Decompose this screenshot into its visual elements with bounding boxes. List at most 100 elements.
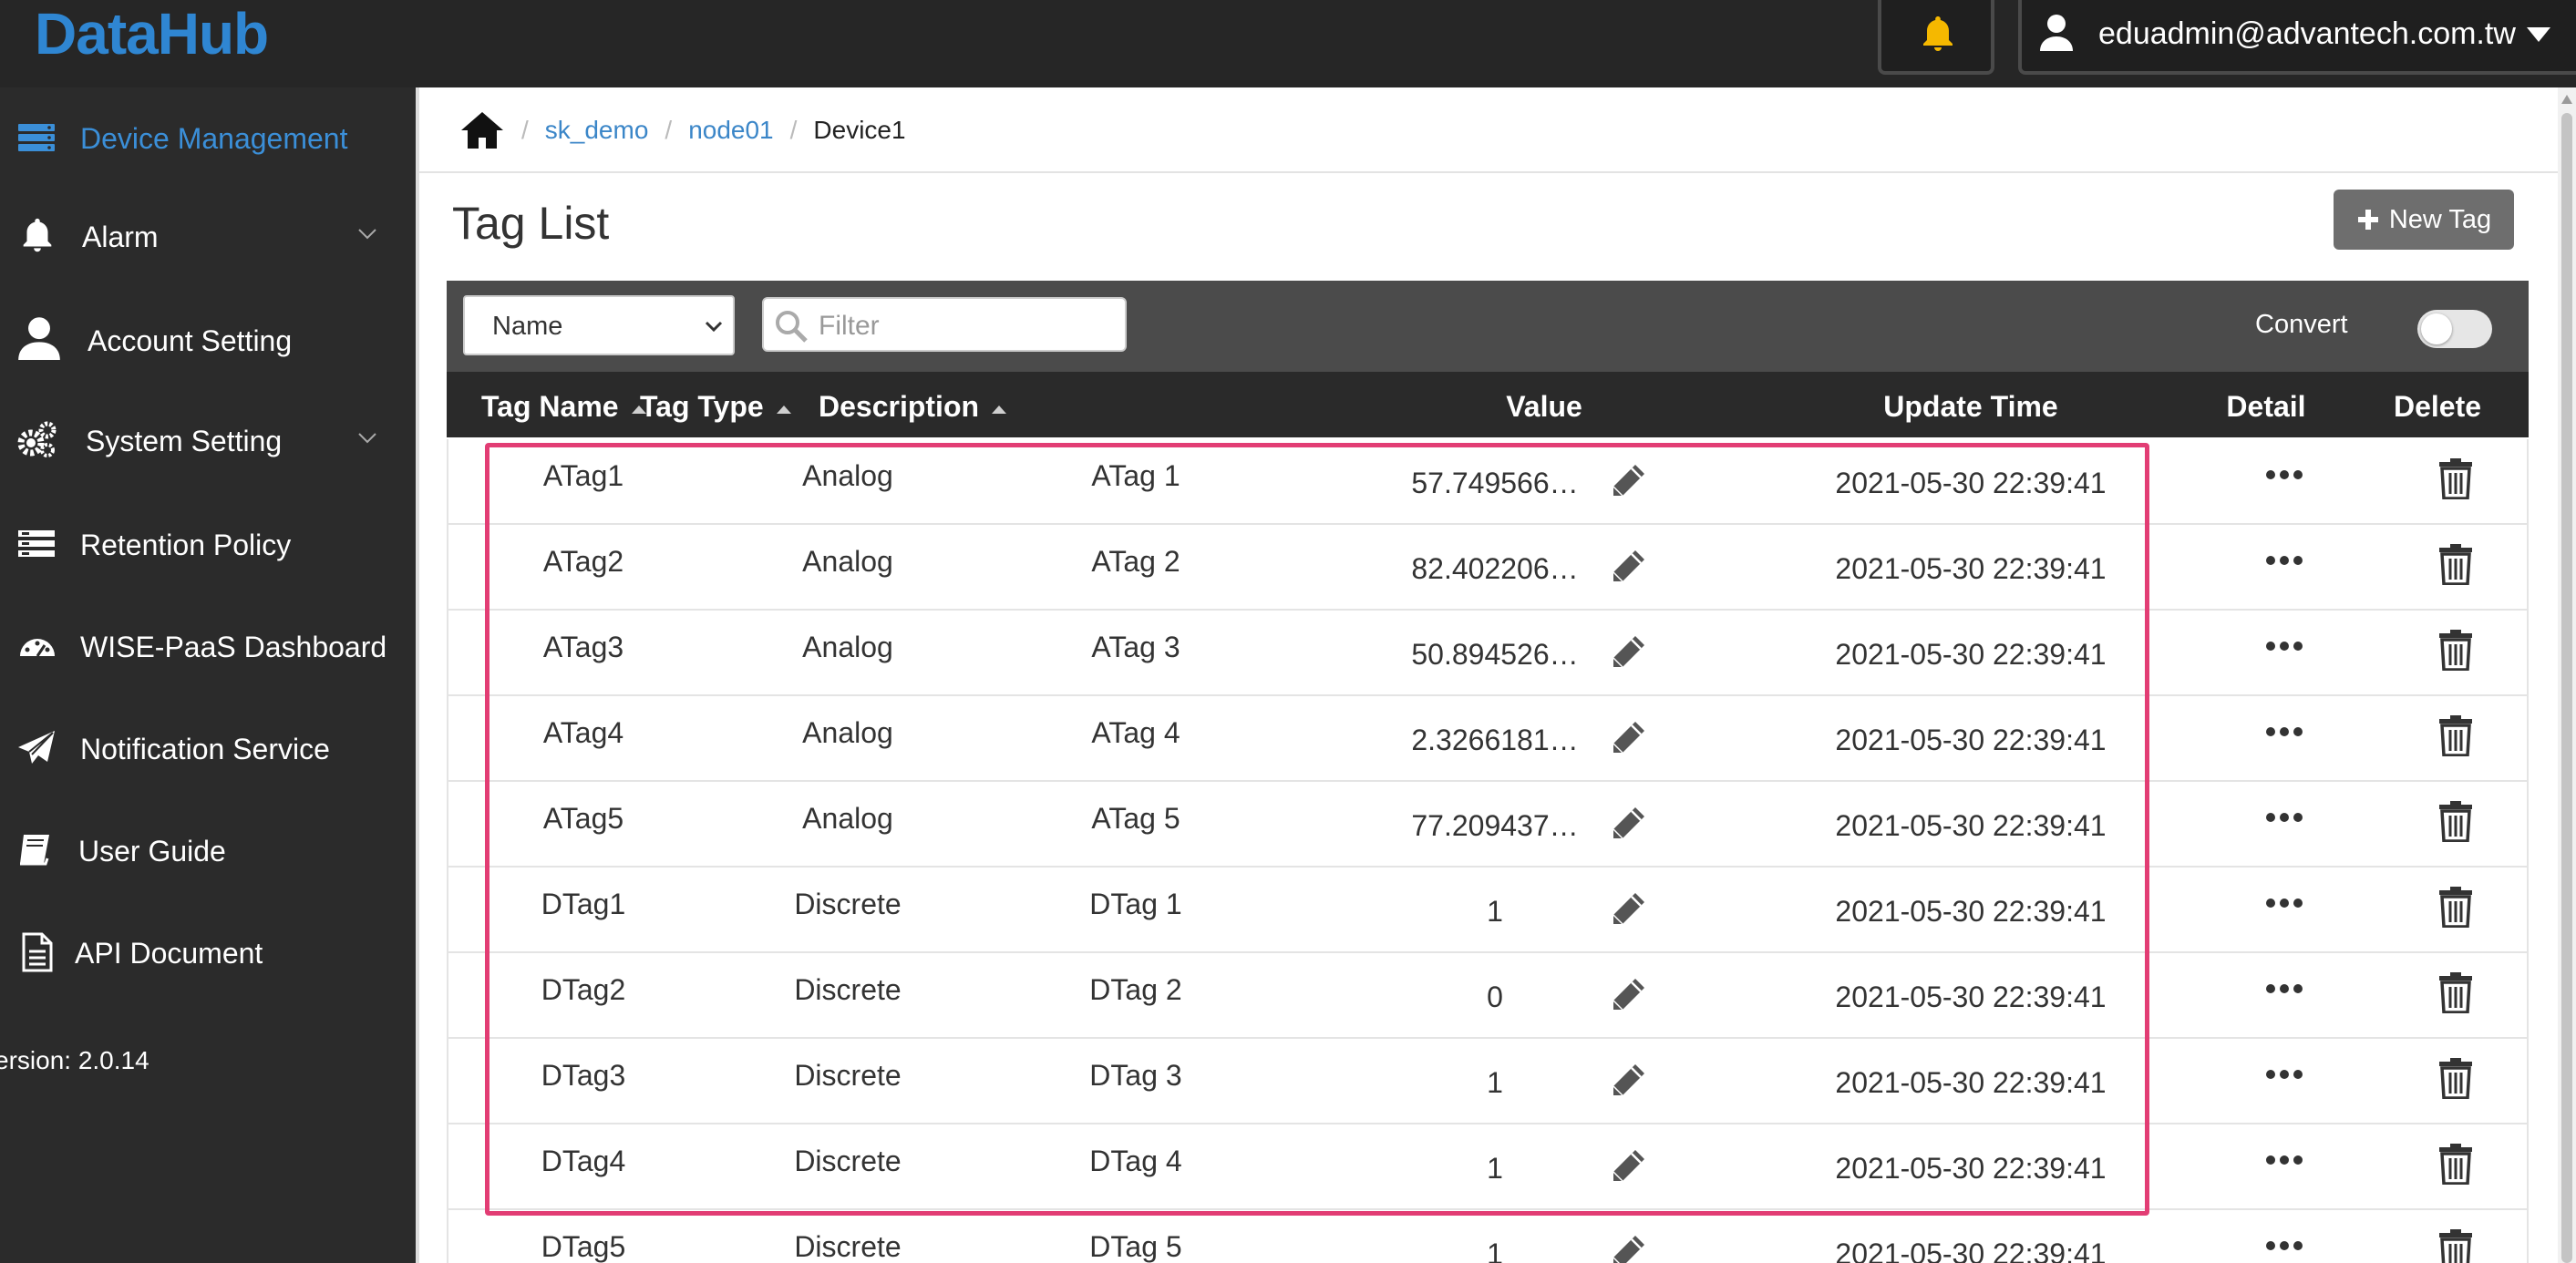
detail-more-icon[interactable] [2266, 556, 2303, 565]
scrollbar-thumb[interactable] [2561, 113, 2572, 1263]
breadcrumb-sk-demo[interactable]: sk_demo [545, 116, 649, 145]
detail-more-icon[interactable] [2266, 642, 2303, 651]
new-tag-button[interactable]: New Tag [2334, 190, 2514, 250]
delete-trash-icon[interactable] [2437, 800, 2474, 847]
tag-type-cell: Analog [802, 716, 893, 749]
convert-label: Convert [2255, 310, 2348, 339]
delete-trash-icon[interactable] [2437, 1057, 2474, 1104]
top-bar: DataHub eduadmin@advantech.com.tw [0, 0, 2576, 87]
edit-value-icon[interactable] [1608, 975, 1648, 1020]
book-icon [20, 835, 49, 866]
column-header-delete: Delete [2393, 390, 2482, 423]
tag-name-cell: DTag5 [541, 1230, 626, 1263]
sidebar-item-label: Alarm [82, 221, 159, 253]
detail-more-icon[interactable] [2266, 1070, 2303, 1079]
description-cell: DTag 1 [1089, 888, 1182, 920]
scroll-up-arrow[interactable] [2561, 95, 2572, 104]
sidebar-item-notification-service[interactable]: Notification Service [0, 707, 416, 789]
table-row: ATag1 Analog ATag 1 57.749566… 2021-05-30 22… [447, 439, 2529, 525]
filter-input[interactable]: Filter [762, 297, 1127, 352]
edit-value-icon[interactable] [1608, 547, 1648, 591]
detail-more-icon[interactable] [2266, 898, 2303, 908]
tag-type-cell: Analog [802, 545, 893, 578]
tag-name-cell: DTag2 [541, 973, 626, 1006]
sidebar-item-user-guide[interactable]: User Guide [0, 809, 416, 891]
sidebar-item-device-management[interactable]: Device Management [0, 97, 416, 179]
sidebar-item-api-document[interactable]: API Document [0, 911, 416, 993]
update-time-cell: 2021-05-30 22:39:41 [1835, 981, 2107, 1013]
value-cell: 1 [1487, 1152, 1503, 1185]
notification-button[interactable] [1878, 0, 1994, 75]
delete-trash-icon[interactable] [2437, 629, 2474, 675]
datahub-logo[interactable]: DataHub [35, 2, 269, 66]
sidebar-item-alarm[interactable]: Alarm [0, 195, 416, 277]
sidebar-item-retention-policy[interactable]: Retention Policy [0, 503, 416, 585]
edit-value-icon[interactable] [1608, 889, 1648, 934]
home-icon[interactable] [459, 110, 505, 150]
table-row: ATag4 Analog ATag 4 2.3266181… 2021-05-30 22… [447, 696, 2529, 782]
update-time-cell: 2021-05-30 22:39:41 [1835, 552, 2107, 585]
table-row: ATag5 Analog ATag 5 77.209437… 2021-05-30 22… [447, 782, 2529, 868]
value-cell: 50.894526… [1411, 638, 1579, 671]
delete-trash-icon[interactable] [2437, 971, 2474, 1018]
detail-more-icon[interactable] [2266, 1241, 2303, 1250]
user-menu[interactable]: eduadmin@advantech.com.tw [2018, 0, 2576, 75]
sidebar-item-account-setting[interactable]: Account Setting [0, 299, 416, 381]
sort-icon [992, 406, 1007, 414]
sidebar: Device Management Alarm Account Setting … [0, 87, 416, 1263]
edit-value-icon[interactable] [1608, 1232, 1648, 1263]
user-icon [2040, 15, 2073, 51]
breadcrumb-node01[interactable]: node01 [688, 116, 773, 145]
column-header-tag-type[interactable]: Tag Type [640, 390, 791, 424]
edit-value-icon[interactable] [1608, 461, 1648, 506]
chevron-down-icon [358, 433, 376, 444]
dashboard-icon [20, 639, 55, 657]
edit-value-icon[interactable] [1608, 1061, 1648, 1105]
caret-down-icon [2527, 27, 2550, 42]
main-content: / sk_demo / node01 / Device1 Tag List Ne… [416, 87, 2558, 1263]
list-icon [18, 530, 55, 557]
tag-name-cell: ATag3 [542, 631, 624, 663]
description-cell: DTag 4 [1089, 1145, 1182, 1177]
page-title: Tag List [452, 198, 610, 249]
delete-trash-icon[interactable] [2437, 457, 2474, 504]
delete-trash-icon[interactable] [2437, 714, 2474, 761]
detail-more-icon[interactable] [2266, 813, 2303, 822]
search-icon [776, 311, 808, 343]
convert-toggle[interactable] [2417, 310, 2492, 348]
description-cell: DTag 2 [1089, 973, 1182, 1006]
breadcrumb: / sk_demo / node01 / Device1 [459, 108, 906, 153]
delete-trash-icon[interactable] [2437, 1143, 2474, 1189]
delete-trash-icon[interactable] [2437, 1228, 2474, 1263]
value-cell: 77.209437… [1411, 809, 1579, 842]
table-row: DTag3 Discrete DTag 3 1 2021-05-30 22:39:41 [447, 1039, 2529, 1124]
tag-type-cell: Discrete [794, 973, 902, 1006]
filter-field-select[interactable]: Name [463, 295, 735, 355]
description-cell: DTag 3 [1089, 1059, 1182, 1092]
detail-more-icon[interactable] [2266, 1155, 2303, 1165]
sidebar-item-wise-paas-dashboard[interactable]: WISE-PaaS Dashboard [0, 605, 416, 687]
tag-name-cell: ATag5 [542, 802, 624, 835]
delete-trash-icon[interactable] [2437, 886, 2474, 932]
column-header-value: Value [1506, 390, 1582, 423]
column-header-description[interactable]: Description [819, 390, 1007, 424]
edit-value-icon[interactable] [1608, 718, 1648, 763]
table-header: Tag Name Tag Type Description Value Upda… [447, 372, 2529, 437]
sidebar-item-system-setting[interactable]: System Setting [0, 399, 416, 481]
edit-value-icon[interactable] [1608, 1146, 1648, 1191]
value-cell: 0 [1487, 981, 1503, 1013]
sort-icon [776, 406, 791, 414]
edit-value-icon[interactable] [1608, 632, 1648, 677]
column-header-tag-name[interactable]: Tag Name [481, 390, 646, 424]
detail-more-icon[interactable] [2266, 470, 2303, 479]
sidebar-item-label: System Setting [86, 425, 283, 457]
column-header-detail: Detail [2226, 390, 2306, 423]
breadcrumb-current: Device1 [813, 116, 906, 144]
send-icon [18, 731, 55, 764]
detail-more-icon[interactable] [2266, 727, 2303, 736]
update-time-cell: 2021-05-30 22:39:41 [1835, 1237, 2107, 1263]
value-cell: 1 [1487, 1066, 1503, 1099]
detail-more-icon[interactable] [2266, 984, 2303, 993]
delete-trash-icon[interactable] [2437, 543, 2474, 590]
edit-value-icon[interactable] [1608, 804, 1648, 848]
